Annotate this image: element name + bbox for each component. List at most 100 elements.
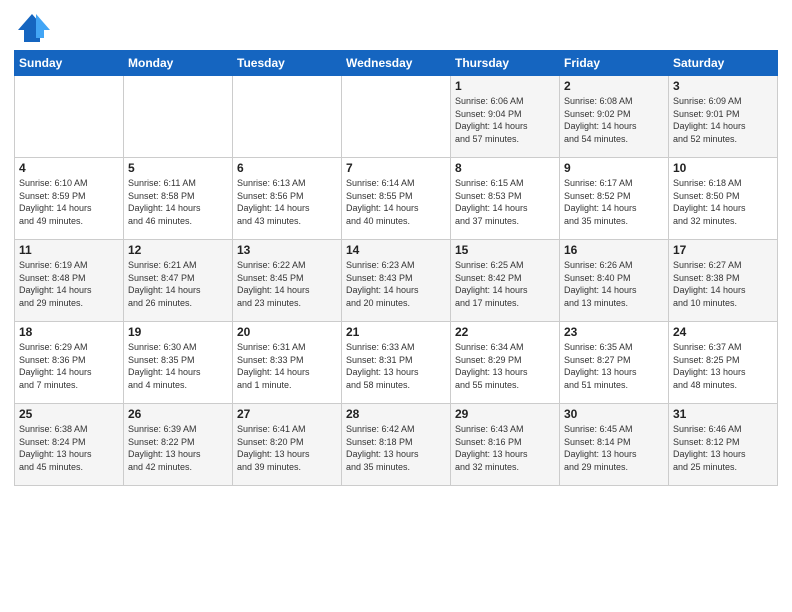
- day-info: Sunrise: 6:22 AM Sunset: 8:45 PM Dayligh…: [237, 259, 337, 309]
- week-row-2: 4Sunrise: 6:10 AM Sunset: 8:59 PM Daylig…: [15, 158, 778, 240]
- header-day-tuesday: Tuesday: [233, 51, 342, 76]
- day-cell: [233, 76, 342, 158]
- week-row-4: 18 Sunrise: 6:29 AM Sunset: 8:36 PM Dayli…: [15, 322, 778, 404]
- day-cell: 7 Sunrise: 6:14 AM Sunset: 8:55 PM Daylig…: [342, 158, 451, 240]
- day-info: Sunrise: 6:33 AM Sunset: 8:31 PM Dayligh…: [346, 341, 446, 391]
- day-cell: 17Sunrise: 6:27 AM Sunset: 8:38 PM Dayli…: [669, 240, 778, 322]
- day-info: Sunrise: 6:27 AM Sunset: 8:38 PM Dayligh…: [673, 259, 773, 309]
- day-info: Sunrise: 6:25 AM Sunset: 8:42 PM Dayligh…: [455, 259, 555, 309]
- day-cell: 30Sunrise: 6:45 AM Sunset: 8:14 PM Dayli…: [560, 404, 669, 486]
- day-info: Sunrise: 6:37 AM Sunset: 8:25 PM Dayligh…: [673, 341, 773, 391]
- day-cell: [342, 76, 451, 158]
- day-info: Sunrise: 6:31 AM Sunset: 8:33 PM Dayligh…: [237, 341, 337, 391]
- day-cell: 12Sunrise: 6:21 AM Sunset: 8:47 PM Dayli…: [124, 240, 233, 322]
- day-cell: 29 Sunrise: 6:43 AM Sunset: 8:16 PM Dayli…: [451, 404, 560, 486]
- day-cell: 21 Sunrise: 6:33 AM Sunset: 8:31 PM Dayli…: [342, 322, 451, 404]
- day-number: 14: [346, 243, 446, 257]
- day-info: Sunrise: 6:08 AM Sunset: 9:02 PM Dayligh…: [564, 95, 664, 145]
- day-number: 1: [455, 79, 555, 93]
- day-number: 31: [673, 407, 773, 421]
- day-number: 22: [455, 325, 555, 339]
- day-cell: 22 Sunrise: 6:34 AM Sunset: 8:29 PM Dayli…: [451, 322, 560, 404]
- day-number: 26: [128, 407, 228, 421]
- week-row-3: 11 Sunrise: 6:19 AM Sunset: 8:48 PM Dayli…: [15, 240, 778, 322]
- day-number: 11: [19, 243, 119, 257]
- day-info: Sunrise: 6:11 AM Sunset: 8:58 PM Dayligh…: [128, 177, 228, 227]
- day-info: Sunrise: 6:41 AM Sunset: 8:20 PM Dayligh…: [237, 423, 337, 473]
- day-cell: 14 Sunrise: 6:23 AM Sunset: 8:43 PM Dayli…: [342, 240, 451, 322]
- day-number: 29: [455, 407, 555, 421]
- day-info: Sunrise: 6:13 AM Sunset: 8:56 PM Dayligh…: [237, 177, 337, 227]
- header-day-wednesday: Wednesday: [342, 51, 451, 76]
- day-number: 9: [564, 161, 664, 175]
- day-info: Sunrise: 6:34 AM Sunset: 8:29 PM Dayligh…: [455, 341, 555, 391]
- day-number: 6: [237, 161, 337, 175]
- day-number: 24: [673, 325, 773, 339]
- logo-icon: [14, 10, 50, 46]
- day-number: 8: [455, 161, 555, 175]
- day-number: 15: [455, 243, 555, 257]
- week-row-1: 1 Sunrise: 6:06 AM Sunset: 9:04 PM Daylig…: [15, 76, 778, 158]
- day-cell: 5 Sunrise: 6:11 AM Sunset: 8:58 PM Daylig…: [124, 158, 233, 240]
- day-cell: 8Sunrise: 6:15 AM Sunset: 8:53 PM Daylig…: [451, 158, 560, 240]
- day-number: 23: [564, 325, 664, 339]
- day-cell: 31 Sunrise: 6:46 AM Sunset: 8:12 PM Dayli…: [669, 404, 778, 486]
- day-number: 28: [346, 407, 446, 421]
- day-cell: 15 Sunrise: 6:25 AM Sunset: 8:42 PM Dayli…: [451, 240, 560, 322]
- day-info: Sunrise: 6:43 AM Sunset: 8:16 PM Dayligh…: [455, 423, 555, 473]
- header-day-thursday: Thursday: [451, 51, 560, 76]
- day-number: 16: [564, 243, 664, 257]
- day-cell: 23 Sunrise: 6:35 AM Sunset: 8:27 PM Dayli…: [560, 322, 669, 404]
- day-cell: 3 Sunrise: 6:09 AM Sunset: 9:01 PM Daylig…: [669, 76, 778, 158]
- day-cell: 9 Sunrise: 6:17 AM Sunset: 8:52 PM Daylig…: [560, 158, 669, 240]
- day-number: 13: [237, 243, 337, 257]
- header-row: SundayMondayTuesdayWednesdayThursdayFrid…: [15, 51, 778, 76]
- day-number: 25: [19, 407, 119, 421]
- calendar-header: SundayMondayTuesdayWednesdayThursdayFrid…: [15, 51, 778, 76]
- day-info: Sunrise: 6:06 AM Sunset: 9:04 PM Dayligh…: [455, 95, 555, 145]
- day-cell: 11 Sunrise: 6:19 AM Sunset: 8:48 PM Dayli…: [15, 240, 124, 322]
- header: [14, 10, 778, 46]
- day-info: Sunrise: 6:46 AM Sunset: 8:12 PM Dayligh…: [673, 423, 773, 473]
- day-number: 18: [19, 325, 119, 339]
- day-number: 3: [673, 79, 773, 93]
- day-info: Sunrise: 6:26 AM Sunset: 8:40 PM Dayligh…: [564, 259, 664, 309]
- day-number: 21: [346, 325, 446, 339]
- calendar-table: SundayMondayTuesdayWednesdayThursdayFrid…: [14, 50, 778, 486]
- day-info: Sunrise: 6:14 AM Sunset: 8:55 PM Dayligh…: [346, 177, 446, 227]
- day-number: 7: [346, 161, 446, 175]
- day-info: Sunrise: 6:42 AM Sunset: 8:18 PM Dayligh…: [346, 423, 446, 473]
- day-info: Sunrise: 6:35 AM Sunset: 8:27 PM Dayligh…: [564, 341, 664, 391]
- day-cell: 27 Sunrise: 6:41 AM Sunset: 8:20 PM Dayli…: [233, 404, 342, 486]
- calendar-body: 1 Sunrise: 6:06 AM Sunset: 9:04 PM Daylig…: [15, 76, 778, 486]
- week-row-5: 25 Sunrise: 6:38 AM Sunset: 8:24 PM Dayli…: [15, 404, 778, 486]
- day-info: Sunrise: 6:09 AM Sunset: 9:01 PM Dayligh…: [673, 95, 773, 145]
- day-number: 4: [19, 161, 119, 175]
- day-number: 12: [128, 243, 228, 257]
- day-number: 30: [564, 407, 664, 421]
- day-number: 5: [128, 161, 228, 175]
- day-cell: 13 Sunrise: 6:22 AM Sunset: 8:45 PM Dayli…: [233, 240, 342, 322]
- day-cell: 20 Sunrise: 6:31 AM Sunset: 8:33 PM Dayli…: [233, 322, 342, 404]
- day-cell: 24 Sunrise: 6:37 AM Sunset: 8:25 PM Dayli…: [669, 322, 778, 404]
- day-info: Sunrise: 6:29 AM Sunset: 8:36 PM Dayligh…: [19, 341, 119, 391]
- day-info: Sunrise: 6:30 AM Sunset: 8:35 PM Dayligh…: [128, 341, 228, 391]
- day-number: 19: [128, 325, 228, 339]
- day-cell: 16 Sunrise: 6:26 AM Sunset: 8:40 PM Dayli…: [560, 240, 669, 322]
- day-info: Sunrise: 6:17 AM Sunset: 8:52 PM Dayligh…: [564, 177, 664, 227]
- day-cell: [15, 76, 124, 158]
- day-info: Sunrise: 6:39 AM Sunset: 8:22 PM Dayligh…: [128, 423, 228, 473]
- day-cell: 2Sunrise: 6:08 AM Sunset: 9:02 PM Daylig…: [560, 76, 669, 158]
- day-number: 27: [237, 407, 337, 421]
- day-info: Sunrise: 6:19 AM Sunset: 8:48 PM Dayligh…: [19, 259, 119, 309]
- day-cell: [124, 76, 233, 158]
- day-info: Sunrise: 6:18 AM Sunset: 8:50 PM Dayligh…: [673, 177, 773, 227]
- day-info: Sunrise: 6:38 AM Sunset: 8:24 PM Dayligh…: [19, 423, 119, 473]
- day-cell: 4Sunrise: 6:10 AM Sunset: 8:59 PM Daylig…: [15, 158, 124, 240]
- day-cell: 10 Sunrise: 6:18 AM Sunset: 8:50 PM Dayli…: [669, 158, 778, 240]
- header-day-friday: Friday: [560, 51, 669, 76]
- day-info: Sunrise: 6:23 AM Sunset: 8:43 PM Dayligh…: [346, 259, 446, 309]
- day-cell: 18 Sunrise: 6:29 AM Sunset: 8:36 PM Dayli…: [15, 322, 124, 404]
- day-number: 10: [673, 161, 773, 175]
- day-number: 20: [237, 325, 337, 339]
